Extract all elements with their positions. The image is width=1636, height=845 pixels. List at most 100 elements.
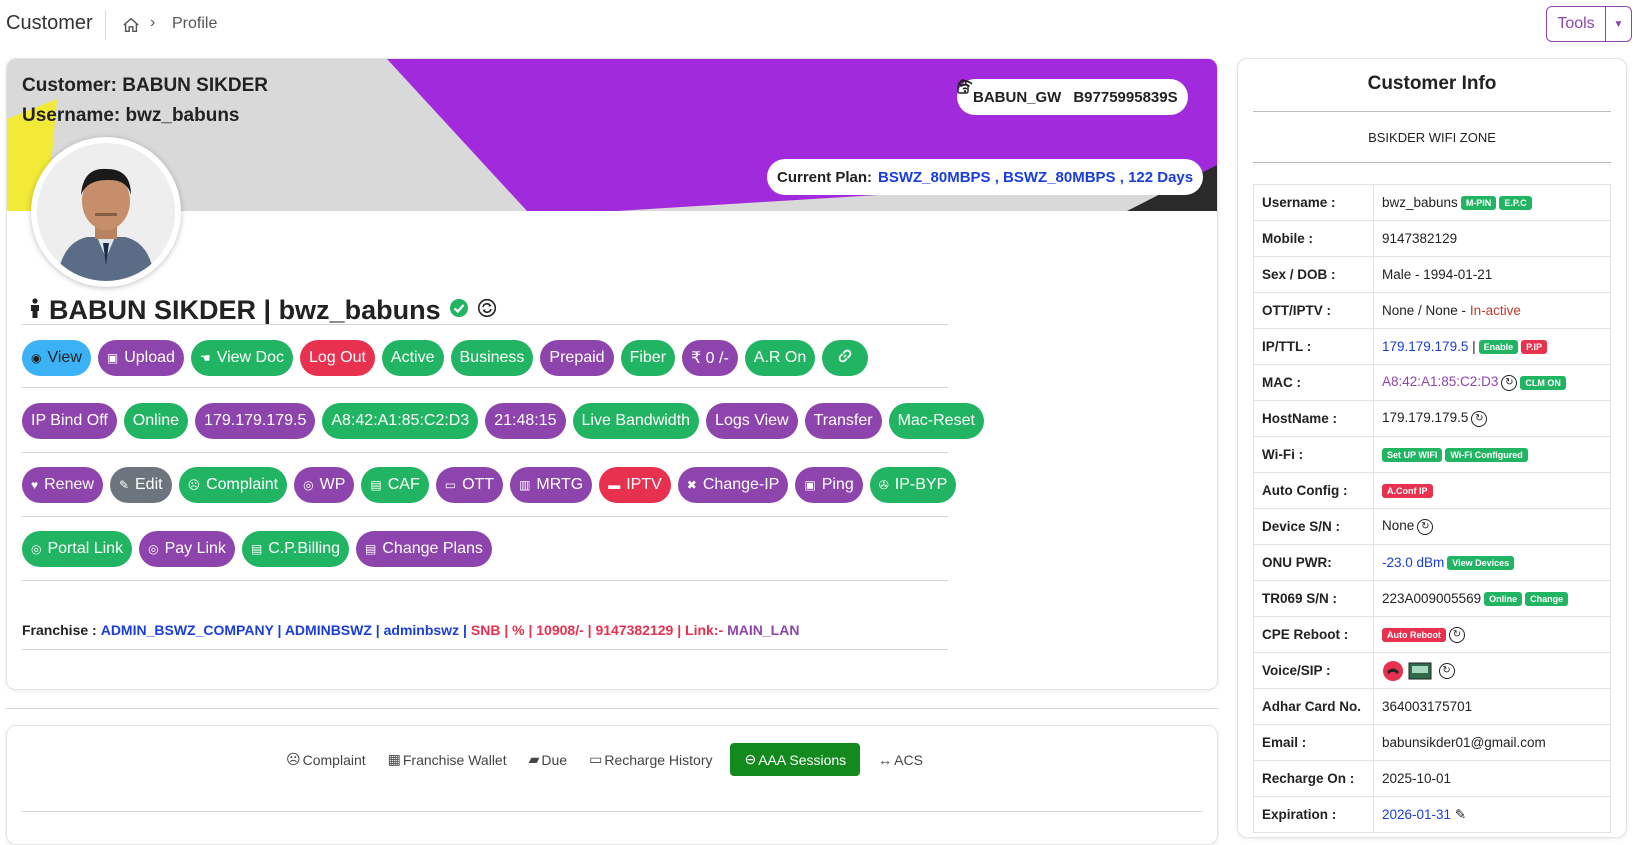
tab-franchise-wallet[interactable]: ▦ Franchise Wallet [384, 745, 511, 774]
tools-dropdown[interactable]: Tools ▼ [1546, 6, 1632, 42]
info-value: Male - 1994-01-21 [1373, 256, 1611, 293]
divider [22, 324, 948, 325]
info-key: Auto Config : [1253, 472, 1374, 509]
clm-badge[interactable]: CLM ON [1520, 375, 1566, 390]
info-key: Wi-Fi : [1253, 436, 1374, 473]
info-value: Set UP WIFI Wi-Fi Configured [1373, 436, 1611, 473]
info-value: 9147382129 [1373, 220, 1611, 257]
divider [22, 516, 948, 517]
logs-view-button[interactable]: Logs View [706, 403, 798, 439]
info-value: bwz_babuns M-PIN E.P.C [1373, 184, 1611, 221]
transfer-button[interactable]: Transfer [804, 403, 882, 439]
whatsapp-button[interactable]: ◎ WP [294, 467, 355, 503]
sync-icon[interactable] [477, 298, 497, 323]
table-row: CPE Reboot : Auto Reboot ↻ [1253, 616, 1611, 653]
caret-down-icon[interactable]: ▼ [1605, 7, 1631, 41]
online-badge[interactable]: Online [1484, 592, 1523, 607]
info-key: Username : [1253, 184, 1374, 221]
franchise-link[interactable]: MAIN_LAN [727, 622, 799, 638]
active-button[interactable]: Active [381, 340, 444, 376]
online-button[interactable]: Online [123, 403, 189, 439]
upload-button[interactable]: ▣ Upload [97, 340, 184, 376]
sip-device-icon[interactable] [1408, 662, 1432, 679]
face-icon: ☹ [187, 478, 201, 492]
auto-config-badge[interactable]: A.Conf IP [1382, 484, 1433, 499]
tools-button[interactable]: Tools [1547, 15, 1605, 33]
mrtg-button[interactable]: ▥ MRTG [510, 467, 593, 503]
complaint-button[interactable]: ☹ Complaint [178, 467, 288, 503]
prepaid-button[interactable]: Prepaid [540, 340, 614, 376]
live-bandwidth-button[interactable]: Live Bandwidth [572, 403, 700, 439]
sync-icon[interactable]: ↻ [1471, 410, 1488, 427]
change-plans-button[interactable]: ▤ Change Plans [356, 531, 492, 567]
franchise-label: Franchise : [22, 622, 97, 638]
view-devices-badge[interactable]: View Devices [1447, 556, 1515, 571]
pip-badge[interactable]: P.IP [1521, 340, 1547, 355]
balance-button[interactable]: ₹ 0 /- [682, 340, 738, 376]
ip-bypass-button[interactable]: ✇ IP-BYP [869, 467, 957, 503]
ip-bind-button[interactable]: IP Bind Off [22, 403, 117, 439]
view-doc-button[interactable]: ☚ View Doc [190, 340, 293, 376]
auto-renew-button[interactable]: A.R On [744, 340, 816, 376]
info-value: None / None - In-active [1373, 292, 1611, 329]
profile-banner: Customer: BABUN SIKDER Username: bwz_bab… [7, 59, 1217, 211]
link-button[interactable] [822, 340, 869, 376]
sync-icon[interactable]: ↻ [1438, 662, 1455, 679]
ip-link[interactable]: 179.179.179.5 [1382, 339, 1468, 354]
uptime-button[interactable]: 21:48:15 [485, 403, 566, 439]
divider [22, 580, 948, 581]
renew-button[interactable]: ♥ Renew [22, 467, 103, 503]
view-button[interactable]: ◉ View [22, 340, 91, 376]
info-value: 2025-10-01 [1373, 760, 1611, 797]
ip-address-button[interactable]: 179.179.179.5 [195, 403, 316, 439]
info-key: Mobile : [1253, 220, 1374, 257]
caf-button[interactable]: ▤ CAF [361, 467, 429, 503]
logout-button[interactable]: Log Out [299, 340, 375, 376]
phone-icon[interactable] [1382, 660, 1404, 681]
edit-button[interactable]: ✎ Edit [109, 467, 172, 503]
info-key: Device S/N : [1253, 508, 1374, 545]
eye-icon: ◉ [31, 351, 42, 365]
epc-badge[interactable]: E.P.C [1499, 196, 1532, 211]
business-button[interactable]: Business [450, 340, 534, 376]
tab-acs[interactable]: ↔ ACS [874, 746, 927, 774]
radiation-icon: ✇ [878, 478, 889, 492]
sync-icon[interactable]: ↻ [1501, 374, 1518, 391]
tab-due[interactable]: ▰ Due [525, 745, 571, 774]
pay-link-button[interactable]: ◎ Pay Link [139, 531, 235, 567]
tv-icon: ▬ [608, 478, 621, 492]
info-key: TR069 S/N : [1253, 580, 1374, 617]
tab-aaa-sessions[interactable]: ⊖ AAA Sessions [730, 743, 861, 776]
portal-link-button[interactable]: ◎ Portal Link [22, 531, 133, 567]
ping-button[interactable]: ▣ Ping [795, 467, 863, 503]
breadcrumb[interactable]: Profile [172, 15, 217, 33]
tab-recharge-history[interactable]: ▭ Recharge History [585, 745, 716, 774]
fiber-button[interactable]: Fiber [620, 340, 676, 376]
change-badge[interactable]: Change [1525, 592, 1569, 607]
home-icon[interactable] [122, 16, 140, 34]
mac-link[interactable]: A8:42:A1:85:C2:D3 [1382, 374, 1498, 389]
table-row: Email : babunsikder01@gmail.com [1253, 724, 1611, 761]
setup-wifi-badge[interactable]: Set UP WIFI [1382, 448, 1443, 463]
ott-button[interactable]: ▭ OTT [435, 467, 504, 503]
sync-icon[interactable]: ↻ [1449, 626, 1465, 643]
customer-info-title: Customer Info [1367, 73, 1497, 94]
edit-icon[interactable]: ✎ [1455, 807, 1466, 822]
cp-billing-button[interactable]: ▤ C.P.Billing [241, 531, 350, 567]
whatsapp-icon: ◎ [31, 542, 42, 556]
info-key: CPE Reboot : [1253, 616, 1374, 653]
iptv-button[interactable]: ▬ IPTV [599, 467, 671, 503]
auto-reboot-badge[interactable]: Auto Reboot [1382, 627, 1446, 642]
wifi-configured-badge[interactable]: Wi-Fi Configured [1445, 448, 1528, 463]
receipt-icon: ▤ [365, 542, 377, 556]
expiration-link[interactable]: 2026-01-31 [1382, 807, 1451, 822]
info-key: IP/TTL : [1253, 328, 1374, 365]
page-title: Customer [6, 12, 93, 34]
tab-complaint[interactable]: ☹ Complaint [282, 745, 370, 774]
mac-address-button[interactable]: A8:42:A1:85:C2:D3 [322, 403, 479, 439]
mac-reset-button[interactable]: Mac-Reset [888, 403, 984, 439]
enable-badge[interactable]: Enable [1478, 340, 1519, 355]
sync-icon[interactable]: ↻ [1417, 518, 1434, 535]
mpin-badge[interactable]: M-PIN [1460, 196, 1497, 211]
change-ip-button[interactable]: ✖ Change-IP [677, 467, 789, 503]
